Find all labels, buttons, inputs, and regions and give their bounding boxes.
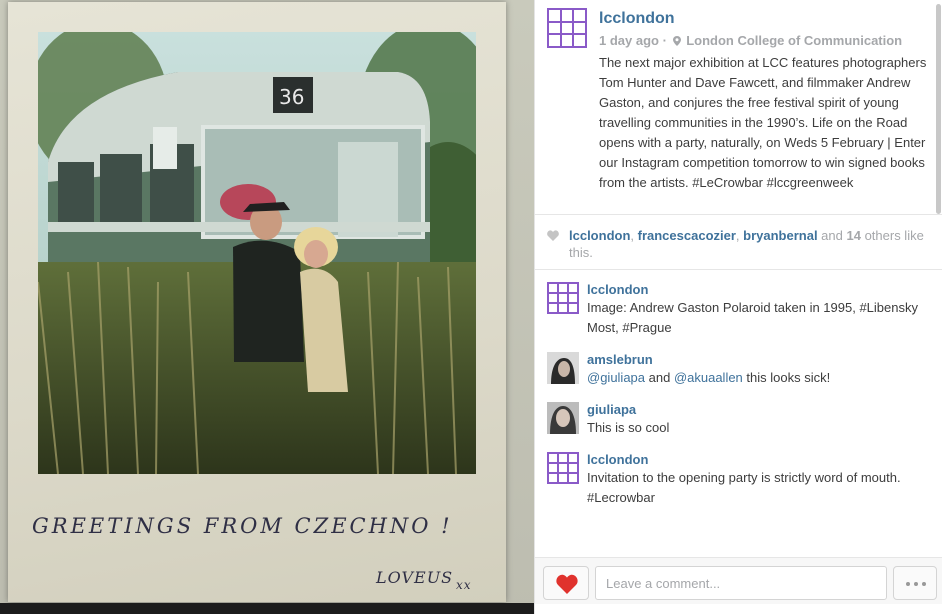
more-dots-icon	[922, 582, 926, 586]
likes-others-count[interactable]: 14	[846, 228, 860, 243]
commenter-avatar[interactable]	[547, 282, 579, 314]
heart-icon	[556, 574, 578, 594]
comment-text: This is so cool	[587, 420, 670, 435]
bus-route-number: 36	[279, 85, 304, 109]
post-photo[interactable]: 36 GREETINGS FROM CZECHNO ! LOVEUS xx	[0, 0, 534, 614]
polaroid-caption-greeting: GREETINGS FROM CZECHNO !	[32, 514, 453, 538]
liker-link[interactable]: lcclondon	[569, 228, 630, 243]
comment-username[interactable]: lcclondon	[587, 282, 937, 298]
more-dots-icon	[906, 582, 910, 586]
commenter-avatar[interactable]	[547, 352, 579, 384]
post-meta: 1 day ago · London College of Communicat…	[599, 32, 935, 50]
likes-and: and	[817, 228, 847, 243]
post-location[interactable]: London College of Communication	[686, 33, 902, 48]
heart-icon	[547, 230, 559, 241]
post-time[interactable]: 1 day ago	[599, 33, 659, 48]
comment-footer	[535, 557, 942, 604]
comments-list: lcclondon Image: Andrew Gaston Polaroid …	[547, 282, 937, 522]
post-sidebar: lcclondon 1 day ago · London College of …	[534, 0, 942, 614]
like-button[interactable]	[543, 566, 589, 600]
likes-summary: lcclondon, francescacozier, bryanbernal …	[535, 214, 942, 270]
comment-username[interactable]: giuliapa	[587, 402, 937, 418]
more-options-button[interactable]	[893, 566, 937, 600]
comment-mention[interactable]: @akuaallen	[674, 370, 743, 385]
meta-separator: ·	[662, 33, 667, 48]
likes-separator: ,	[630, 228, 638, 243]
comment-item: lcclondon Image: Andrew Gaston Polaroid …	[547, 282, 937, 338]
sidebar-scrollbar[interactable]	[935, 0, 942, 556]
liker-link[interactable]: bryanbernal	[743, 228, 817, 243]
comment-item: amslebrun @giuliapa and @akuaallen this …	[547, 352, 937, 388]
comment-item: lcclondon Invitation to the opening part…	[547, 452, 937, 508]
more-dots-icon	[914, 582, 918, 586]
comment-text: @giuliapa and @akuaallen this looks sick…	[587, 368, 937, 388]
comment-text-part: this looks sick!	[742, 370, 831, 385]
comment-text: Image: Andrew Gaston Polaroid taken in 1…	[587, 300, 918, 335]
polaroid-image: 36	[38, 32, 476, 474]
polaroid-frame: 36 GREETINGS FROM CZECHNO ! LOVEUS xx	[8, 2, 506, 602]
commenter-avatar[interactable]	[547, 452, 579, 484]
comment-item: giuliapa This is so cool	[547, 402, 937, 438]
location-pin-icon	[672, 36, 681, 46]
post-caption: The next major exhibition at LCC feature…	[599, 55, 927, 190]
comment-mention[interactable]: @giuliapa	[587, 370, 645, 385]
author-username[interactable]: lcclondon	[599, 8, 935, 30]
comment-username[interactable]: lcclondon	[587, 452, 937, 468]
liker-link[interactable]: francescacozier	[638, 228, 736, 243]
bus-scene-illustration: 36	[38, 32, 476, 474]
polaroid-caption-kisses: xx	[456, 578, 472, 592]
commenter-avatar[interactable]	[547, 402, 579, 434]
author-avatar[interactable]	[547, 8, 587, 48]
scrollbar-thumb[interactable]	[936, 4, 941, 214]
comment-text: Invitation to the opening party is stric…	[587, 470, 901, 505]
comment-input[interactable]	[595, 566, 887, 600]
comment-username[interactable]: amslebrun	[587, 352, 937, 368]
polaroid-caption-signature: LOVEUS	[376, 568, 454, 587]
comment-text-part: and	[645, 370, 674, 385]
post-header-body: lcclondon 1 day ago · London College of …	[599, 8, 935, 193]
